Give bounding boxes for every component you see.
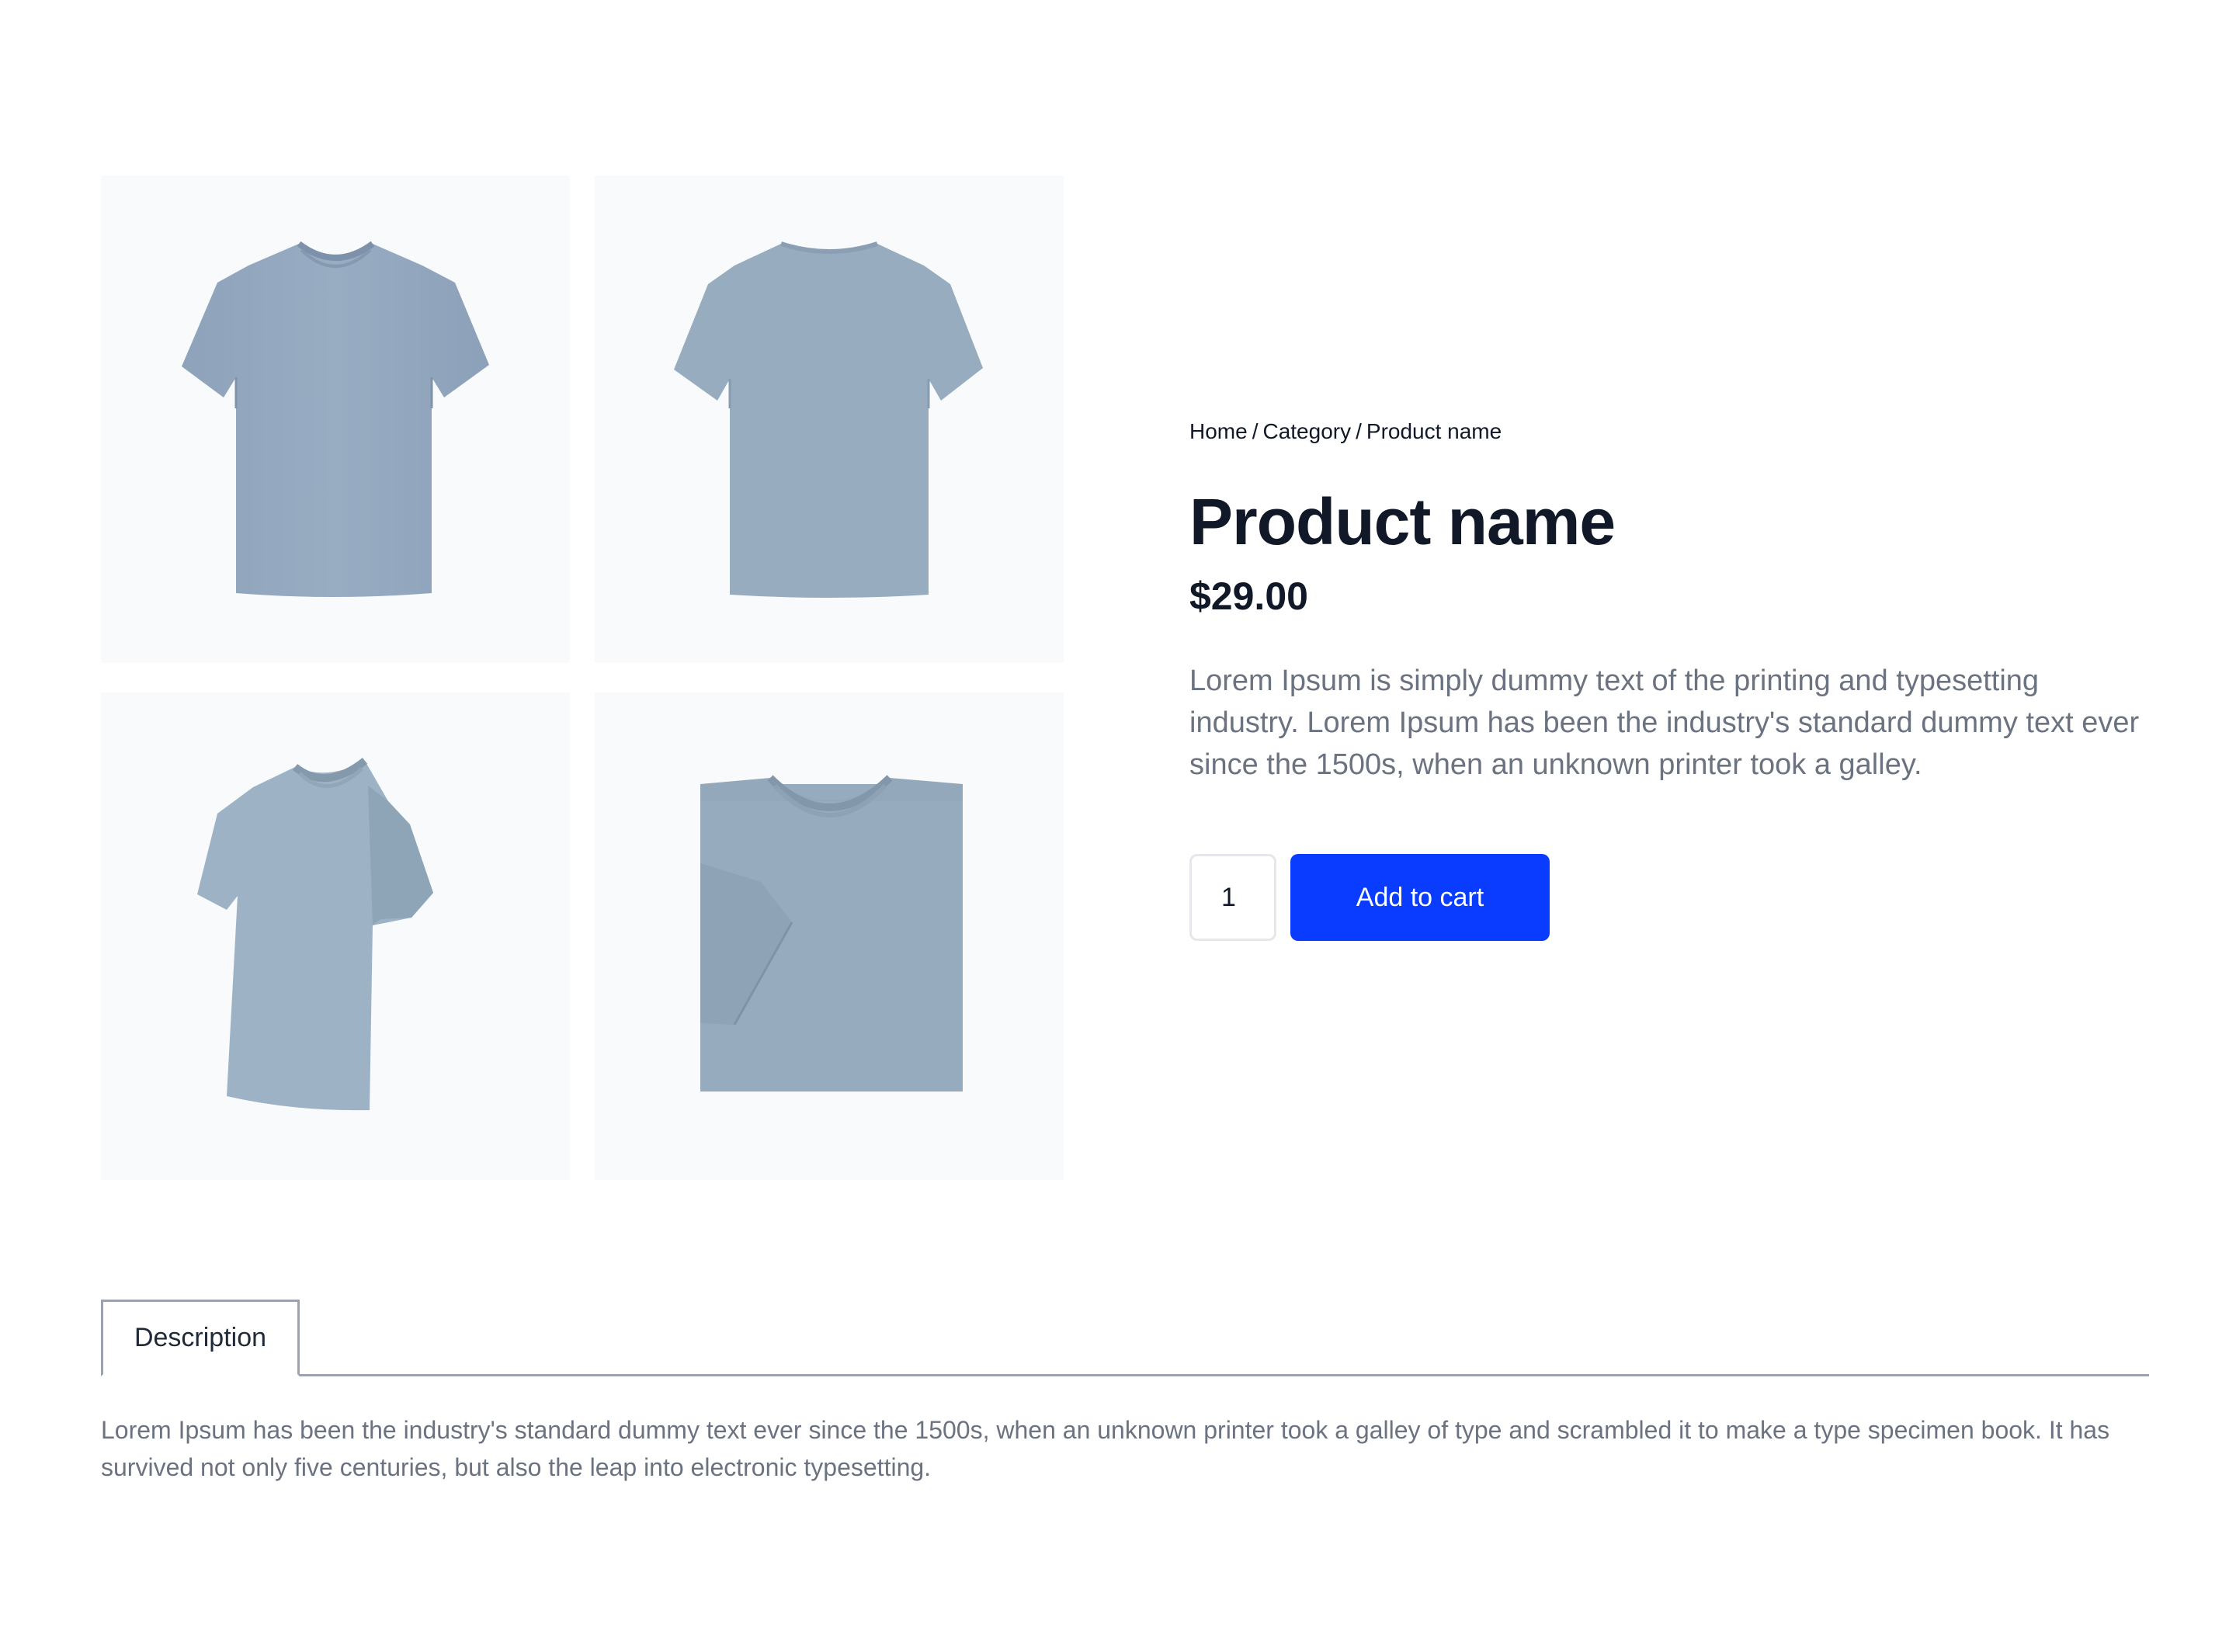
product-price: $29.00	[1189, 574, 1308, 618]
gallery-image-folded[interactable]	[595, 692, 1064, 1180]
product-page: Home / Category / Product name Product name …	[0, 0, 2236, 1652]
product-gallery	[101, 175, 1064, 1180]
quantity-input[interactable]	[1189, 854, 1276, 941]
product-description: Lorem Ipsum is simply dummy text of the …	[1189, 665, 2140, 781]
tshirt-angled-image	[197, 758, 433, 1111]
breadcrumb-current: Product name	[1366, 419, 1502, 443]
breadcrumb-separator: /	[1252, 419, 1259, 443]
breadcrumb-home-link[interactable]: Home	[1189, 419, 1248, 443]
breadcrumb-category-link[interactable]: Category	[1262, 419, 1351, 443]
tshirt-front-image	[182, 241, 489, 597]
gallery-image-front[interactable]	[101, 175, 570, 663]
product-title: Product name	[1189, 485, 1616, 558]
tshirt-back-image	[674, 241, 983, 598]
tshirt-folded-image	[700, 775, 963, 1092]
tab-description-content: Lorem Ipsum has been the industry's stan…	[101, 1416, 2110, 1481]
product-tabs: Description	[101, 1300, 2149, 1376]
gallery-image-angled[interactable]	[101, 692, 570, 1180]
tab-description[interactable]: Description	[101, 1300, 300, 1376]
add-to-cart-button[interactable]: Add to cart	[1290, 854, 1550, 941]
product-info: Home / Category / Product name Product name …	[1189, 404, 2152, 941]
breadcrumb-separator: /	[1356, 419, 1362, 443]
gallery-image-back[interactable]	[595, 175, 1064, 663]
breadcrumb: Home / Category / Product name	[1189, 404, 2152, 460]
add-to-cart-form: Add to cart	[1189, 854, 2152, 941]
